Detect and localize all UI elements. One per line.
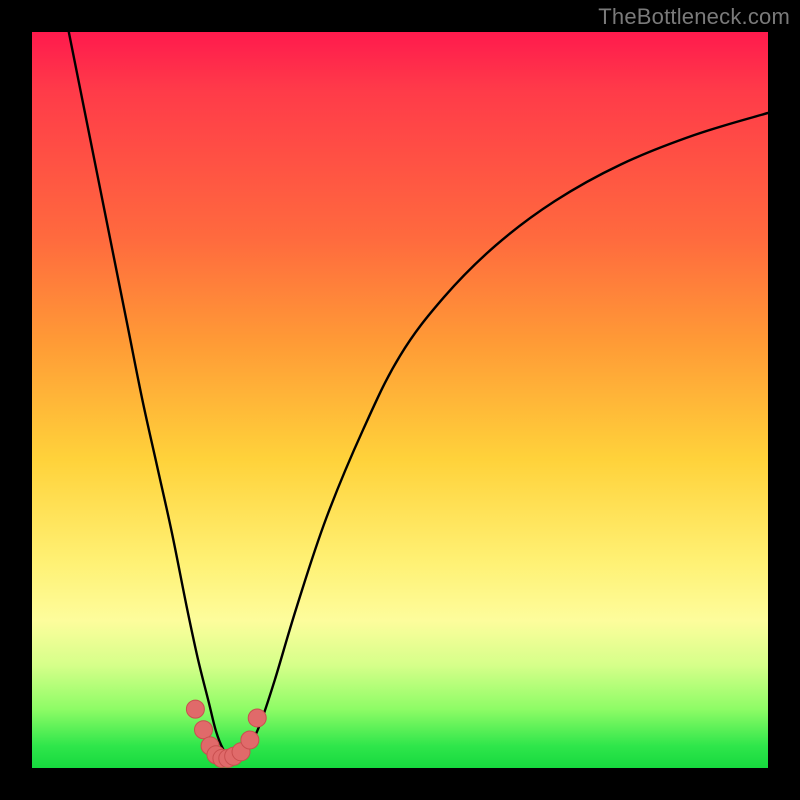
bottleneck-curve-svg — [32, 32, 768, 768]
marker-dot — [248, 709, 266, 727]
chart-frame: TheBottleneck.com — [0, 0, 800, 800]
marker-dot — [186, 700, 204, 718]
plot-area — [32, 32, 768, 768]
marker-dot — [194, 721, 212, 739]
watermark-text: TheBottleneck.com — [598, 4, 790, 30]
highlighted-markers-group — [186, 700, 266, 767]
bottleneck-curve-path — [69, 32, 768, 759]
marker-dot — [241, 731, 259, 749]
